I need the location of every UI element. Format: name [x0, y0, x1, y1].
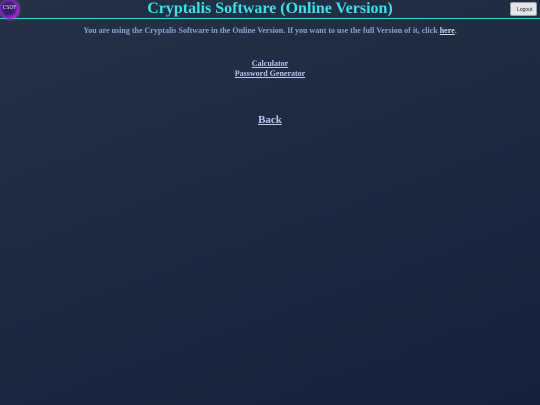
calculator-link[interactable]: Calculator [0, 59, 540, 69]
logout-button[interactable]: Logout [510, 2, 537, 16]
back-link[interactable]: Back [258, 114, 282, 126]
notice-text-before: You are using the Cryptalis Software in … [83, 26, 440, 35]
online-version-notice: You are using the Cryptalis Software in … [0, 26, 540, 36]
full-version-link[interactable]: here [440, 26, 455, 35]
notice-text-after: . [454, 26, 457, 35]
tools-list: Calculator Password Generator [0, 59, 540, 79]
back-container: Back [0, 113, 540, 127]
header-bar: CSOF Cryptalis Software (Online Version)… [0, 0, 540, 19]
page-title: Cryptalis Software (Online Version) [147, 0, 393, 17]
password-generator-link[interactable]: Password Generator [0, 69, 540, 79]
